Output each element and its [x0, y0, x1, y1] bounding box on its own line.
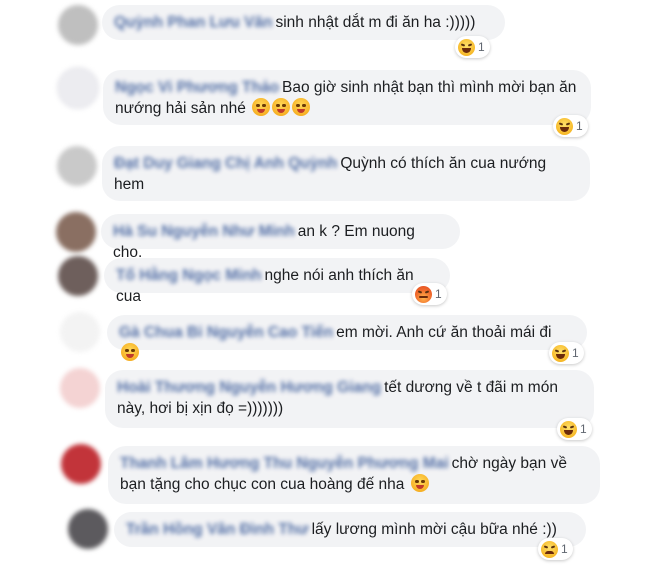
- avatar[interactable]: [56, 212, 96, 252]
- comment-bubble: Gà Chua Bi Nguyễn Cao Tiến em mời. Anh cứ…: [107, 315, 587, 361]
- reaction-count: 1: [478, 40, 485, 54]
- reaction-count: 1: [561, 542, 568, 556]
- laughing-icon: [560, 420, 577, 438]
- laughing-icon: [458, 38, 475, 56]
- avatar[interactable]: [60, 312, 100, 352]
- comment-bubble: Đạt Duy Giang Chị Anh Quỳnh Quỳnh có thíc…: [102, 146, 590, 201]
- kiss-icon: [292, 98, 311, 116]
- avatar[interactable]: [58, 256, 98, 296]
- comment-text: sinh nhật dắt m đi ăn ha :))))): [275, 14, 476, 31]
- commenter-name[interactable]: Hà Su Nguyễn Như Minh: [113, 223, 295, 240]
- reaction-count: 1: [572, 346, 579, 360]
- reaction-badge[interactable]: 1: [549, 342, 584, 364]
- comment-bubble: Thanh Lâm Hương Thu Nguyễn Phương Mai chờ…: [108, 446, 600, 504]
- comment-text: lấy lương mình mời cậu bữa nhé :)): [311, 521, 557, 538]
- commenter-name[interactable]: Trần Hồng Vân Đình Thư: [126, 521, 309, 538]
- kiss-icon: [252, 98, 271, 116]
- reaction-badge[interactable]: 1: [538, 538, 573, 560]
- commenter-name[interactable]: Thanh Lâm Hương Thu Nguyễn Phương Mai: [120, 455, 449, 472]
- laughing-icon: [556, 117, 573, 135]
- relieved-icon: [121, 343, 139, 361]
- reaction-badge[interactable]: 1: [553, 115, 588, 137]
- commenter-name[interactable]: Hoài Thương Nguyễn Hương Giang: [117, 379, 381, 396]
- comment-bubble: Hoài Thương Nguyễn Hương Giang tết dương …: [105, 370, 594, 428]
- kiss-icon: [272, 98, 291, 116]
- commenter-name[interactable]: Tố Hằng Ngọc Minh: [116, 267, 262, 284]
- angry-icon: [415, 285, 432, 303]
- reaction-count: 1: [580, 422, 587, 436]
- reaction-count: 1: [435, 287, 442, 301]
- comment-bubble: Hà Su Nguyễn Như Minh an k ? Em nuong cho…: [101, 214, 460, 261]
- avatar[interactable]: [57, 67, 99, 109]
- comment-text: em mời. Anh cứ ăn thoải mái đi: [336, 324, 552, 341]
- commenter-name[interactable]: Đạt Duy Giang Chị Anh Quỳnh: [114, 155, 337, 172]
- avatar[interactable]: [58, 5, 98, 45]
- commenter-name[interactable]: Gà Chua Bi Nguyễn Cao Tiến: [119, 324, 333, 341]
- reaction-count: 1: [576, 119, 583, 133]
- comment-bubble: Tố Hằng Ngọc Minh nghe nói anh thích ăn c…: [104, 258, 450, 305]
- commenter-name[interactable]: Quỳnh Phan Lưu Văn: [114, 14, 272, 31]
- avatar[interactable]: [68, 509, 108, 549]
- comment-bubble: Quỳnh Phan Lưu Văn sinh nhật dắt m đi ăn …: [102, 5, 505, 40]
- comment-bubble: Trần Hồng Vân Đình Thư lấy lương mình mời…: [114, 512, 586, 547]
- avatar[interactable]: [60, 368, 100, 408]
- laughing-icon: [552, 344, 569, 362]
- comment-bubble: Ngọc Vi Phương Thảo Bao giờ sinh nhật bạn…: [103, 70, 591, 125]
- sad-icon: [541, 540, 558, 558]
- avatar[interactable]: [61, 444, 101, 484]
- reaction-badge[interactable]: 1: [412, 283, 447, 305]
- commenter-name[interactable]: Ngọc Vi Phương Thảo: [115, 79, 279, 96]
- avatar[interactable]: [57, 146, 97, 186]
- reaction-badge[interactable]: 1: [557, 418, 592, 440]
- reaction-badge[interactable]: 1: [455, 36, 490, 58]
- triumph-icon: [410, 474, 429, 492]
